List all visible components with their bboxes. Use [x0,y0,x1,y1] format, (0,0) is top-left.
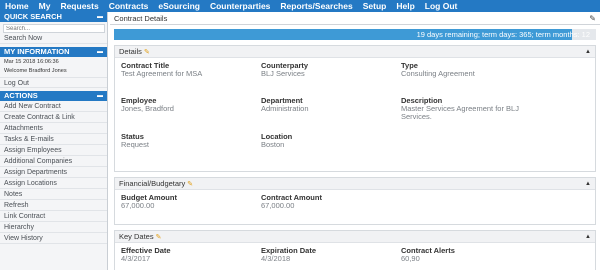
contract-alerts-label: Contract Alerts [401,246,455,255]
progress-text: 19 days remaining; term days: 365; term … [416,30,590,39]
collapse-up-icon[interactable]: ▲ [585,181,591,187]
key-dates-title: Key Dates [119,232,154,241]
nav-esourcing[interactable]: eSourcing [153,0,205,12]
collapse-up-icon[interactable]: ▲ [585,49,591,55]
main-content: Contract Details ✎ 19 days remaining; te… [110,12,600,270]
contract-alerts-field: Contract Alerts 60,90 [401,246,531,263]
key-dates-panel: Key Dates ✎ ▲ Effective Date 4/3/2017 Exp… [114,230,596,270]
action-view-history[interactable]: View History [0,233,107,244]
action-hierarchy[interactable]: Hierarchy [0,222,107,233]
action-attachments[interactable]: Attachments [0,123,107,134]
details-body: Contract Title Test Agreement for MSA Co… [115,58,595,171]
location-value: Boston [261,140,285,149]
status-field: Status Request [121,132,251,149]
contract-title-value: Test Agreement for MSA [121,69,203,78]
actions-header[interactable]: ACTIONS ▬ [0,91,107,101]
expiration-date-value: 4/3/2018 [261,254,291,263]
collapse-icon[interactable]: ▬ [97,91,103,101]
nav-counterparties[interactable]: Counterparties [205,0,275,12]
collapse-icon[interactable]: ▬ [97,12,103,22]
edit-pencil-icon[interactable]: ✎ [187,180,193,188]
details-title: Details [119,47,142,56]
financial-title: Financial/Budgetary [119,179,186,188]
edit-pencil-icon[interactable]: ✎ [156,233,162,241]
department-value: Administration [261,104,309,113]
department-field: Department Administration [261,96,391,113]
collapse-up-icon[interactable]: ▲ [585,234,591,240]
term-progress-bar: 19 days remaining; term days: 365; term … [114,29,596,40]
counterparty-field: Counterparty BLJ Services [261,61,391,78]
budget-amount-value: 67,000.00 [121,201,155,210]
action-add-new-contract[interactable]: Add New Contract [0,101,107,112]
nav-home[interactable]: Home [0,0,34,12]
action-link-contract[interactable]: Link Contract [0,211,107,222]
expiration-date-field: Expiration Date 4/3/2018 [261,246,391,263]
key-dates-body: Effective Date 4/3/2017 Expiration Date … [115,243,595,270]
type-field: Type Consulting Agreement [401,61,551,78]
location-field: Location Boston [261,132,391,149]
sidebar-log-out-link[interactable]: Log Out [0,77,107,88]
pen-icon[interactable]: ✎ [589,14,596,23]
action-notes[interactable]: Notes [0,189,107,200]
action-assign-departments[interactable]: Assign Departments [0,167,107,178]
edit-pencil-icon[interactable]: ✎ [144,48,150,56]
action-assign-employees[interactable]: Assign Employees [0,145,107,156]
status-value: Request [121,140,149,149]
contract-title-field: Contract Title Test Agreement for MSA [121,61,251,78]
nav-my[interactable]: My [34,0,56,12]
action-assign-locations[interactable]: Assign Locations [0,178,107,189]
breadcrumb-bar: Contract Details ✎ [110,12,600,25]
quick-search-title: QUICK SEARCH [4,12,62,21]
details-panel: Details ✎ ▲ Contract Title Test Agreement… [114,45,596,172]
contract-alerts-value: 60,90 [401,254,420,263]
contract-amount-field: Contract Amount 67,000.00 [261,193,391,210]
action-refresh[interactable]: Refresh [0,200,107,211]
employee-field: Employee Jones, Bradford [121,96,251,113]
effective-date-value: 4/3/2017 [121,254,151,263]
details-panel-header[interactable]: Details ✎ ▲ [115,46,595,58]
action-create-contract-link[interactable]: Create Contract & Link [0,112,107,123]
nav-contracts[interactable]: Contracts [104,0,154,12]
timestamp: Mar 15 2018 16:06:36 [4,59,59,65]
nav-log-out[interactable]: Log Out [420,0,463,12]
search-input[interactable] [3,24,105,33]
actions-title: ACTIONS [4,91,38,100]
financial-panel: Financial/Budgetary ✎ ▲ Budget Amount 67,… [114,177,596,225]
description-value: Master Services Agreement for BLJ Servic… [401,104,519,121]
financial-panel-header[interactable]: Financial/Budgetary ✎ ▲ [115,178,595,190]
action-tasks-emails[interactable]: Tasks & E-mails [0,134,107,145]
type-value: Consulting Agreement [401,69,475,78]
nav-reports-searches[interactable]: Reports/Searches [275,0,357,12]
nav-help[interactable]: Help [391,0,419,12]
effective-date-field: Effective Date 4/3/2017 [121,246,251,263]
sidebar: QUICK SEARCH ▬ Search Now MY INFORMATION… [0,12,108,270]
description-field: Description Master Services Agreement fo… [401,96,521,121]
employee-value: Jones, Bradford [121,104,174,113]
action-additional-companies[interactable]: Additional Companies [0,156,107,167]
quick-search-header[interactable]: QUICK SEARCH ▬ [0,12,107,22]
budget-amount-field: Budget Amount 67,000.00 [121,193,251,210]
counterparty-value: BLJ Services [261,69,305,78]
contract-amount-value: 67,000.00 [261,201,295,210]
nav-setup[interactable]: Setup [358,0,392,12]
my-information-header[interactable]: MY INFORMATION ▬ [0,47,107,57]
welcome-text: Welcome Bradford Jones [4,68,67,74]
financial-body: Budget Amount 67,000.00 Contract Amount … [115,190,595,224]
search-now-link[interactable]: Search Now [0,33,107,44]
breadcrumb: Contract Details [114,13,168,23]
nav-requests[interactable]: Requests [55,0,103,12]
my-information-title: MY INFORMATION [4,47,70,56]
collapse-icon[interactable]: ▬ [97,47,103,57]
key-dates-panel-header[interactable]: Key Dates ✎ ▲ [115,231,595,243]
top-nav-bar: Home My Requests Contracts eSourcing Cou… [0,0,600,12]
